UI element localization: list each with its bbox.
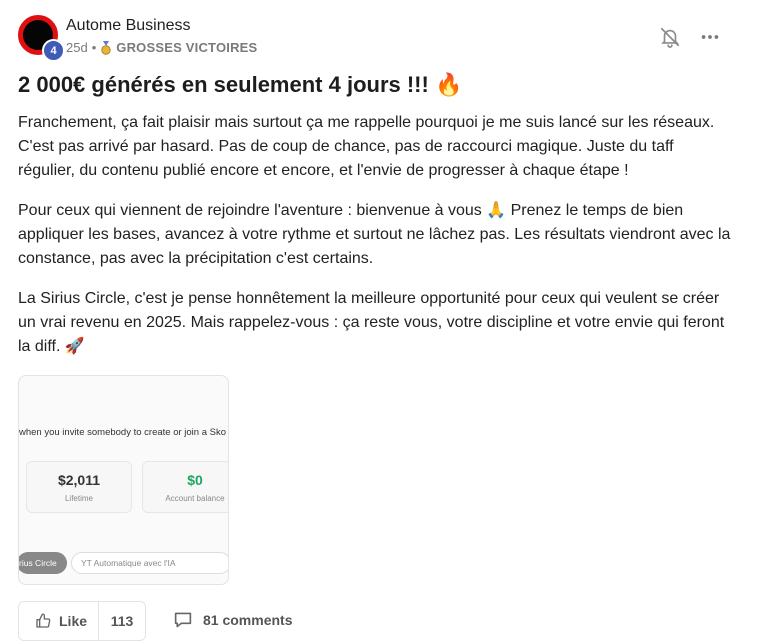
balance-label: Account balance [165, 494, 225, 503]
author-name[interactable]: Autome Business [66, 17, 191, 35]
bell-off-icon[interactable] [659, 26, 681, 48]
balance-value: $0 [187, 472, 203, 488]
chip-active: rius Circle [19, 552, 67, 574]
lifetime-label: Lifetime [64, 494, 93, 503]
post-paragraph-2: Pour ceux qui viennent de rejoindre l'av… [18, 202, 731, 267]
medal-icon [101, 40, 111, 55]
level-badge: 4 [42, 39, 65, 62]
attachment-caption: when you invite somebody to create or jo… [19, 427, 227, 438]
lifetime-card: $2,011 Lifetime [26, 461, 132, 513]
post-paragraph-1: Franchement, ça fait plaisir mais surtou… [18, 114, 715, 179]
like-box: Like 113 [18, 601, 146, 641]
post-age: 25d [66, 40, 88, 55]
post-header: 4 Autome Business 25d • GROSSES VICTOIRE… [18, 15, 743, 62]
like-count[interactable]: 113 [99, 602, 145, 640]
more-horizontal-icon[interactable] [699, 26, 721, 48]
lifetime-value: $2,011 [57, 472, 101, 488]
post-meta: 25d • GROSSES VICTOIRES [66, 40, 257, 55]
attachment-thumbnail[interactable]: when you invite somebody to create or jo… [18, 375, 229, 585]
comments-label: 81 comments [203, 612, 293, 628]
like-label: Like [59, 613, 88, 629]
like-button[interactable]: Like [19, 602, 99, 640]
thumbs-up-icon [36, 613, 51, 628]
comments-button[interactable]: 81 comments [173, 611, 292, 629]
category-label[interactable]: GROSSES VICTOIRES [116, 40, 257, 55]
meta-separator: • [91, 40, 97, 55]
post-title: 2 000€ générés en seulement 4 jours !!! … [18, 72, 463, 97]
balance-card: $0 Account balance [142, 461, 228, 513]
comment-icon [174, 612, 192, 628]
chip-inactive: YT Automatique avec l'IA [71, 552, 228, 574]
post-paragraph-3: La Sirius Circle, c'est je pense honnête… [18, 290, 725, 355]
